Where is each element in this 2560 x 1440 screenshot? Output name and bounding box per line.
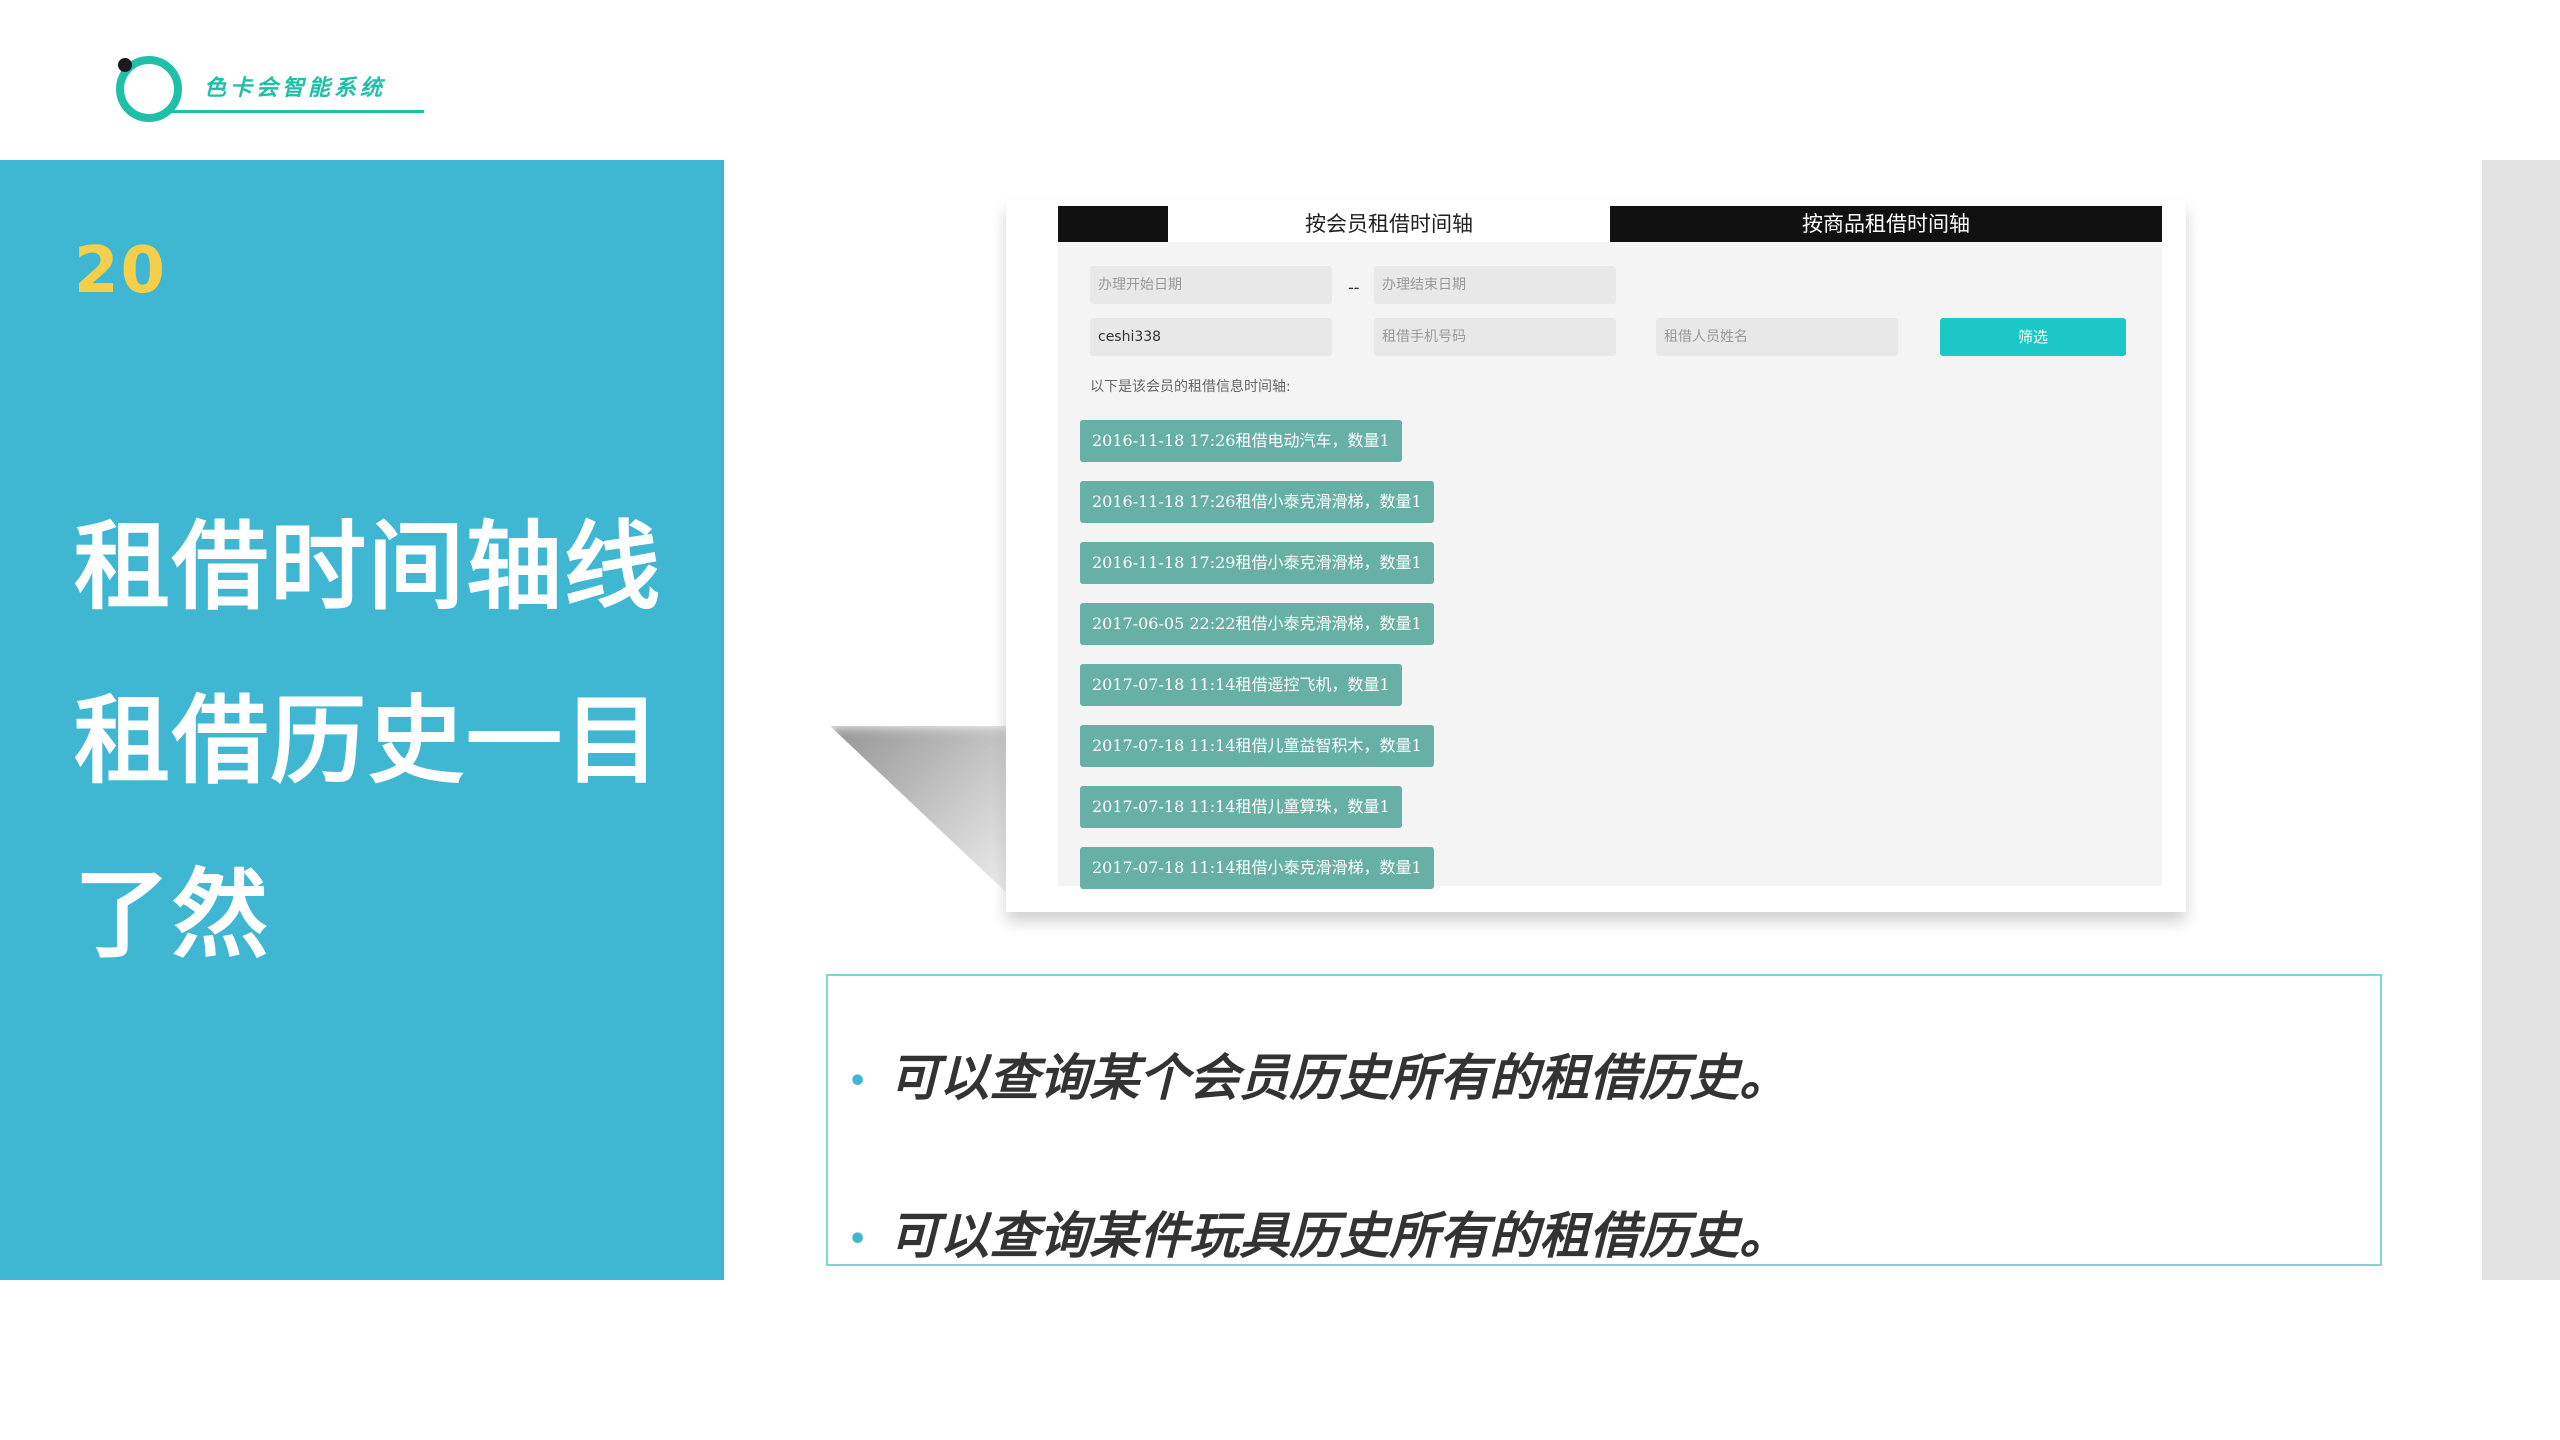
tab-spacer [1058,206,1168,242]
timeline-hint: 以下是该会员的租借信息时间轴: [1090,379,1291,395]
bullet-item: • 可以查询某件玩具历史所有的租借历史。 [848,1196,1789,1268]
end-date-field[interactable]: 办理结束日期 [1374,266,1616,304]
tab-bar: 按会员租借时间轴 按商品租借时间轴 [1058,206,2162,242]
bullet-dot-icon: • [848,1222,868,1257]
left-title-panel: 20 租借时间轴线 租借历史一目 了然 [0,160,724,1280]
bullet-text: 可以查询某个会员历史所有的租借历史。 [889,1049,1790,1107]
record-item: 2016-11-18 17:29租借小泰克滑滑梯，数量1 [1080,542,1434,584]
start-date-field[interactable]: 办理开始日期 [1090,266,1332,304]
bullet-dot-icon: • [848,1064,868,1099]
date-separator: -- [1348,278,1360,297]
bullet-text: 可以查询某件玩具历史所有的租借历史。 [889,1207,1790,1265]
logo-underline [172,110,424,113]
tab-member-timeline[interactable]: 按会员租借时间轴 [1168,206,1610,242]
shadow-wedge [830,726,1010,896]
record-item: 2017-07-18 11:14租借遥控飞机，数量1 [1080,664,1402,706]
embedded-screenshot: 按会员租借时间轴 按商品租借时间轴 办理开始日期 -- 办理结束日期 ceshi… [1058,206,2162,889]
name-field[interactable]: 租借人员姓名 [1656,318,1898,356]
logo-dot-icon [118,58,132,72]
bullet-item: • 可以查询某个会员历史所有的租借历史。 [848,1038,1789,1110]
record-item: 2017-07-18 11:14租借儿童算珠，数量1 [1080,786,1402,828]
record-item: 2016-11-18 17:26租借电动汽车，数量1 [1080,420,1402,462]
logo-text: 色卡会智能系统 [204,76,387,101]
member-field[interactable]: ceshi338 [1090,318,1332,356]
feature-box: • 可以查询某个会员历史所有的租借历史。 • 可以查询某件玩具历史所有的租借历史。 [826,974,2382,1266]
headline-line-3: 了然 [74,859,270,971]
phone-field[interactable]: 租借手机号码 [1374,318,1616,356]
right-decor-strip [2482,160,2560,1280]
record-item: 2016-11-18 17:26租借小泰克滑滑梯，数量1 [1080,481,1434,523]
headline-line-1: 租借时间轴线 [74,511,662,623]
brand-logo: 色卡会智能系统 [112,48,424,122]
headline-line-2: 租借历史一目 [74,685,662,797]
record-item: 2017-06-05 22:22租借小泰克滑滑梯，数量1 [1080,603,1434,645]
headline: 租借时间轴线 租借历史一目 了然 [74,480,694,1002]
tab-goods-timeline[interactable]: 按商品租借时间轴 [1610,206,2162,242]
record-item: 2017-07-18 11:14租借儿童益智积木，数量1 [1080,725,1434,767]
filter-button[interactable]: 筛选 [1940,318,2126,356]
slide-number: 20 [74,234,168,308]
record-item: 2017-07-18 11:14租借小泰克滑滑梯，数量1 [1080,847,1434,889]
